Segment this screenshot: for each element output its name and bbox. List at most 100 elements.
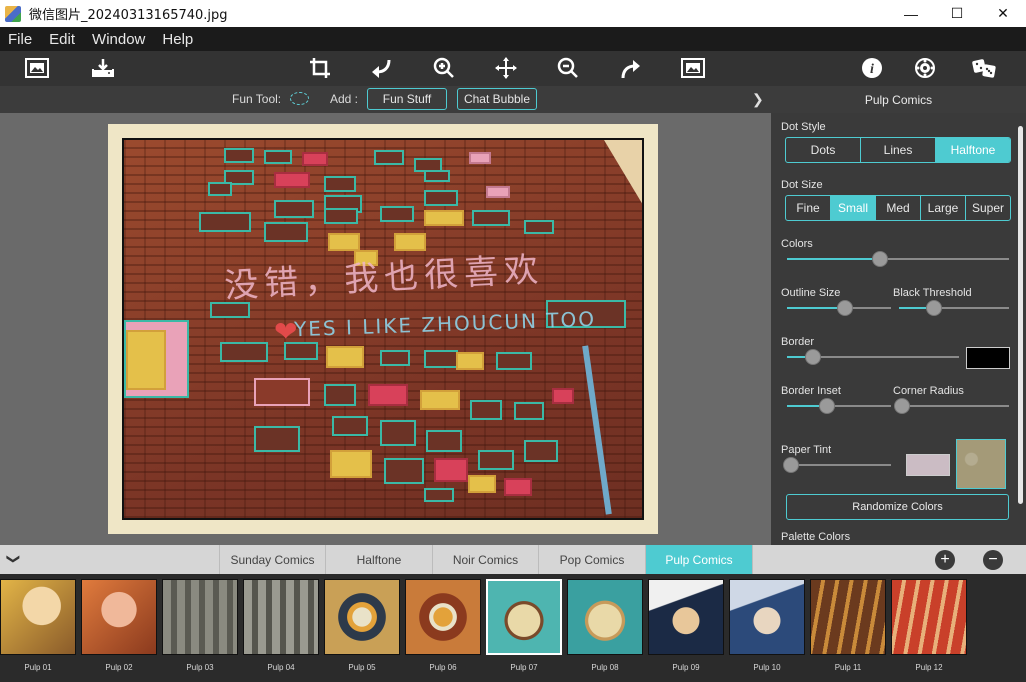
menu-help[interactable]: Help [154, 31, 202, 48]
paper-texture-swatch[interactable] [956, 439, 1006, 489]
dot-size-fine[interactable]: Fine [786, 196, 831, 220]
preset-thumbnail[interactable] [891, 579, 967, 655]
tab-halftone[interactable]: Halftone [326, 545, 433, 574]
dot-size-med[interactable]: Med [876, 196, 921, 220]
fun-tool-label: Fun Tool: [232, 92, 282, 106]
preset-thumbnail-label: Pulp 03 [186, 663, 214, 672]
fit-image-icon[interactable] [679, 55, 707, 81]
colors-slider[interactable] [787, 251, 1009, 267]
paper-tint-slider[interactable] [783, 457, 891, 473]
image-canvas[interactable]: 没错，我也很喜欢 ❤ YES I LIKE ZHOUCUN TOO [0, 113, 771, 545]
chat-bubble-button[interactable]: Chat Bubble [457, 88, 537, 110]
preset-thumbnail-label: Pulp 08 [591, 663, 619, 672]
dot-style-dots[interactable]: Dots [786, 138, 861, 162]
dot-size-super[interactable]: Super [966, 196, 1010, 220]
border-inset-slider[interactable] [787, 398, 891, 414]
border-color-swatch[interactable] [966, 347, 1010, 369]
tab-pop-comics[interactable]: Pop Comics [539, 545, 646, 574]
main-toolbar: i [0, 51, 1026, 86]
fun-stuff-button[interactable]: Fun Stuff [367, 88, 447, 110]
slider-knob[interactable] [837, 300, 854, 316]
minimize-button[interactable]: — [888, 0, 934, 27]
preset-thumbnails: Pulp 01 Pulp 02 Pulp 03 Pulp 04 Pulp 05 Pulp … [0, 574, 1026, 682]
info-icon[interactable]: i [858, 55, 886, 81]
remove-preset-icon[interactable]: − [983, 550, 1003, 570]
dot-size-selector: Fine Small Med Large Super [785, 195, 1011, 221]
dot-style-lines[interactable]: Lines [861, 138, 936, 162]
preset-thumbnail[interactable] [567, 579, 643, 655]
preset-thumbnail-label: Pulp 05 [348, 663, 376, 672]
colors-label: Colors [781, 238, 813, 250]
svg-text:i: i [870, 62, 874, 77]
tab-noir-comics[interactable]: Noir Comics [433, 545, 539, 574]
preset-thumbnail[interactable] [486, 579, 562, 655]
preset-thumbnail[interactable] [324, 579, 400, 655]
preset-thumbnail[interactable] [0, 579, 76, 655]
tab-sunday-comics[interactable]: Sunday Comics [219, 545, 326, 574]
dot-style-halftone[interactable]: Halftone [936, 138, 1010, 162]
image-icon[interactable] [23, 55, 51, 81]
black-threshold-slider[interactable] [899, 300, 1009, 316]
paper-tint-label: Paper Tint [781, 444, 832, 456]
dot-size-large[interactable]: Large [921, 196, 966, 220]
preset-thumbnail-label: Pulp 02 [105, 663, 133, 672]
menu-edit[interactable]: Edit [41, 31, 84, 48]
move-icon[interactable] [492, 55, 520, 81]
menu-bar: File Edit Window Help [0, 27, 1026, 51]
random-dice-icon[interactable] [970, 55, 998, 81]
rotate-right-icon[interactable] [616, 55, 644, 81]
slider-knob[interactable] [894, 398, 911, 414]
preset-thumbnail[interactable] [162, 579, 238, 655]
app-icon [5, 5, 21, 22]
black-threshold-label: Black Threshold [893, 287, 972, 299]
tab-pulp-comics[interactable]: Pulp Comics [646, 545, 753, 574]
panel-title: Pulp Comics [771, 86, 1026, 113]
palette-colors-label: Palette Colors [781, 531, 851, 543]
preset-thumbnail[interactable] [405, 579, 481, 655]
slider-knob[interactable] [926, 300, 943, 316]
preset-thumbnail-label: Pulp 11 [834, 663, 862, 672]
effect-settings-panel: Pulp Comics Dot Style Dots Lines Halfton… [771, 86, 1026, 545]
preset-thumbnail[interactable] [729, 579, 805, 655]
title-bar: 微信图片_20240313165740.jpg — ☐ ✕ [0, 0, 1026, 27]
panel-scrollbar[interactable] [1018, 126, 1023, 504]
border-slider[interactable] [787, 349, 959, 365]
lasso-icon[interactable] [290, 92, 309, 105]
close-button[interactable]: ✕ [980, 0, 1026, 27]
paper-tint-swatch[interactable] [906, 454, 950, 476]
zoom-out-icon[interactable] [554, 55, 582, 81]
corner-radius-label: Corner Radius [893, 385, 964, 397]
preset-thumbnail-label: Pulp 07 [510, 663, 538, 672]
slider-knob[interactable] [783, 457, 800, 473]
maximize-button[interactable]: ☐ [934, 0, 980, 27]
slider-knob[interactable] [818, 398, 835, 414]
photo-image: 没错，我也很喜欢 ❤ YES I LIKE ZHOUCUN TOO [122, 138, 644, 520]
crop-icon[interactable] [306, 55, 334, 81]
rotate-left-icon[interactable] [368, 55, 396, 81]
window-title: 微信图片_20240313165740.jpg [29, 8, 228, 23]
settings-icon[interactable] [911, 55, 939, 81]
chevron-right-icon[interactable]: ❯ [752, 91, 764, 108]
preset-thumbnail-label: Pulp 06 [429, 663, 457, 672]
slider-knob[interactable] [804, 349, 821, 365]
chevron-down-icon[interactable]: ❯ [5, 554, 21, 565]
preset-thumbnail[interactable] [810, 579, 886, 655]
add-preset-icon[interactable]: + [935, 550, 955, 570]
save-icon[interactable] [89, 55, 117, 81]
outline-size-slider[interactable] [787, 300, 891, 316]
corner-radius-slider[interactable] [894, 398, 1009, 414]
preset-thumbnail[interactable] [648, 579, 724, 655]
randomize-colors-button[interactable]: Randomize Colors [786, 494, 1009, 520]
dot-style-label: Dot Style [781, 121, 826, 133]
slider-knob[interactable] [872, 251, 889, 267]
zoom-in-icon[interactable] [430, 55, 458, 81]
app-window: 微信图片_20240313165740.jpg — ☐ ✕ File Edit … [0, 0, 1026, 682]
preset-thumbnail-label: Pulp 09 [672, 663, 700, 672]
preset-thumbnail[interactable] [243, 579, 319, 655]
menu-window[interactable]: Window [84, 31, 154, 48]
fun-toolbar: Fun Tool: Add : Fun Stuff Chat Bubble ❯ [0, 86, 771, 113]
dot-size-small[interactable]: Small [831, 196, 876, 220]
preset-thumbnail[interactable] [81, 579, 157, 655]
preset-thumbnail-label: Pulp 01 [24, 663, 52, 672]
menu-file[interactable]: File [0, 31, 41, 48]
